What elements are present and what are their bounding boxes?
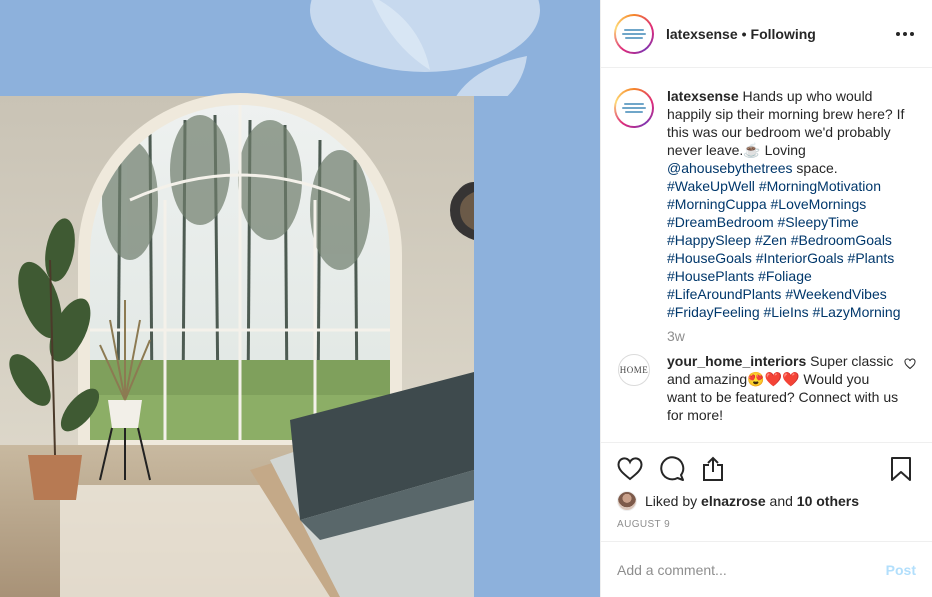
hashtag-link[interactable]: #WakeUpWell <box>667 178 755 194</box>
likes-middle: and <box>769 493 793 509</box>
follow-status-button[interactable]: Following <box>751 26 816 42</box>
hashtag-link[interactable]: #Plants <box>848 250 895 266</box>
hashtag-link[interactable]: #MorningCuppa <box>667 196 767 212</box>
hashtag-link[interactable]: #HousePlants <box>667 268 754 284</box>
hashtag-link[interactable]: #HouseGoals <box>667 250 752 266</box>
post-actions: Liked by elnazrose and 10 others AUGUST … <box>601 442 932 542</box>
hashtag-link[interactable]: #HappySleep <box>667 232 751 248</box>
share-icon[interactable] <box>701 456 725 482</box>
liker-avatar[interactable] <box>617 491 637 511</box>
post-header: latexsense • Following <box>601 0 932 68</box>
hashtag-link[interactable]: #WeekendVibes <box>785 286 886 302</box>
brand-logo-icon <box>621 100 647 116</box>
comment-icon[interactable] <box>659 456 685 482</box>
hashtag-link[interactable]: #BedroomGoals <box>791 232 892 248</box>
comments-list[interactable]: latexsense Hands up who would happily si… <box>601 69 932 442</box>
likes-summary: Liked by elnazrose and 10 others <box>617 491 916 511</box>
author-username[interactable]: latexsense <box>666 26 738 42</box>
hashtag-link[interactable]: #LoveMornings <box>771 196 867 212</box>
commenter-avatar[interactable]: HOME <box>618 354 650 386</box>
hashtag-link[interactable]: #LifeAroundPlants <box>667 286 781 302</box>
heart-icon[interactable] <box>617 457 643 481</box>
bookmark-icon[interactable] <box>890 456 912 482</box>
post-side-panel: latexsense • Following latexsense Hands … <box>600 0 932 597</box>
caption-hashtags: #WakeUpWell #MorningMotivation #MorningC… <box>667 178 900 320</box>
caption-timestamp[interactable]: 3w <box>667 328 916 344</box>
hashtag-link[interactable]: #FridayFeeling <box>667 304 760 320</box>
action-icons-row <box>617 443 916 491</box>
caption-text: latexsense Hands up who would happily si… <box>667 87 916 321</box>
comment-item: HOME your_home_interiors Super classic a… <box>614 352 916 424</box>
caption-outro: space. <box>792 160 838 176</box>
instagram-post: latexsense • Following latexsense Hands … <box>0 0 932 597</box>
comment-text: your_home_interiors Super classic and am… <box>667 352 899 424</box>
header-separator: • <box>741 25 747 42</box>
post-comment-button[interactable]: Post <box>886 562 916 578</box>
caption-author-avatar[interactable] <box>614 88 654 128</box>
post-image[interactable] <box>0 0 600 597</box>
hashtag-link[interactable]: #MorningMotivation <box>759 178 881 194</box>
comment-like-heart-icon[interactable] <box>904 358 916 370</box>
likes-others-link[interactable]: 10 others <box>797 493 859 509</box>
hashtag-link[interactable]: #LazyMorning <box>813 304 901 320</box>
commenter-username[interactable]: your_home_interiors <box>667 353 806 369</box>
hashtag-link[interactable]: #Zen <box>755 232 787 248</box>
add-comment-bar: Post <box>601 541 932 597</box>
author-avatar[interactable] <box>614 13 654 54</box>
hashtag-link[interactable]: #SleepyTime <box>778 214 859 230</box>
post-date[interactable]: AUGUST 9 <box>617 519 916 530</box>
caption-username[interactable]: latexsense <box>667 88 739 104</box>
likes-prefix: Liked by <box>645 493 698 509</box>
more-horizontal-icon[interactable] <box>894 26 916 42</box>
liker-username[interactable]: elnazrose <box>701 493 766 509</box>
bedroom-photo <box>0 0 600 597</box>
room-photo <box>0 93 474 597</box>
hashtag-link[interactable]: #DreamBedroom <box>667 214 774 230</box>
caption: latexsense Hands up who would happily si… <box>614 87 916 321</box>
brand-logo-icon <box>621 26 647 42</box>
comment-input[interactable] <box>617 561 886 578</box>
hashtag-link[interactable]: #Foliage <box>758 268 812 284</box>
caption-mention-link[interactable]: @ahousebythetrees <box>667 160 793 176</box>
hashtag-link[interactable]: #LieIns <box>764 304 809 320</box>
commenter-avatar-text: HOME <box>619 365 649 375</box>
hashtag-link[interactable]: #InteriorGoals <box>756 250 844 266</box>
